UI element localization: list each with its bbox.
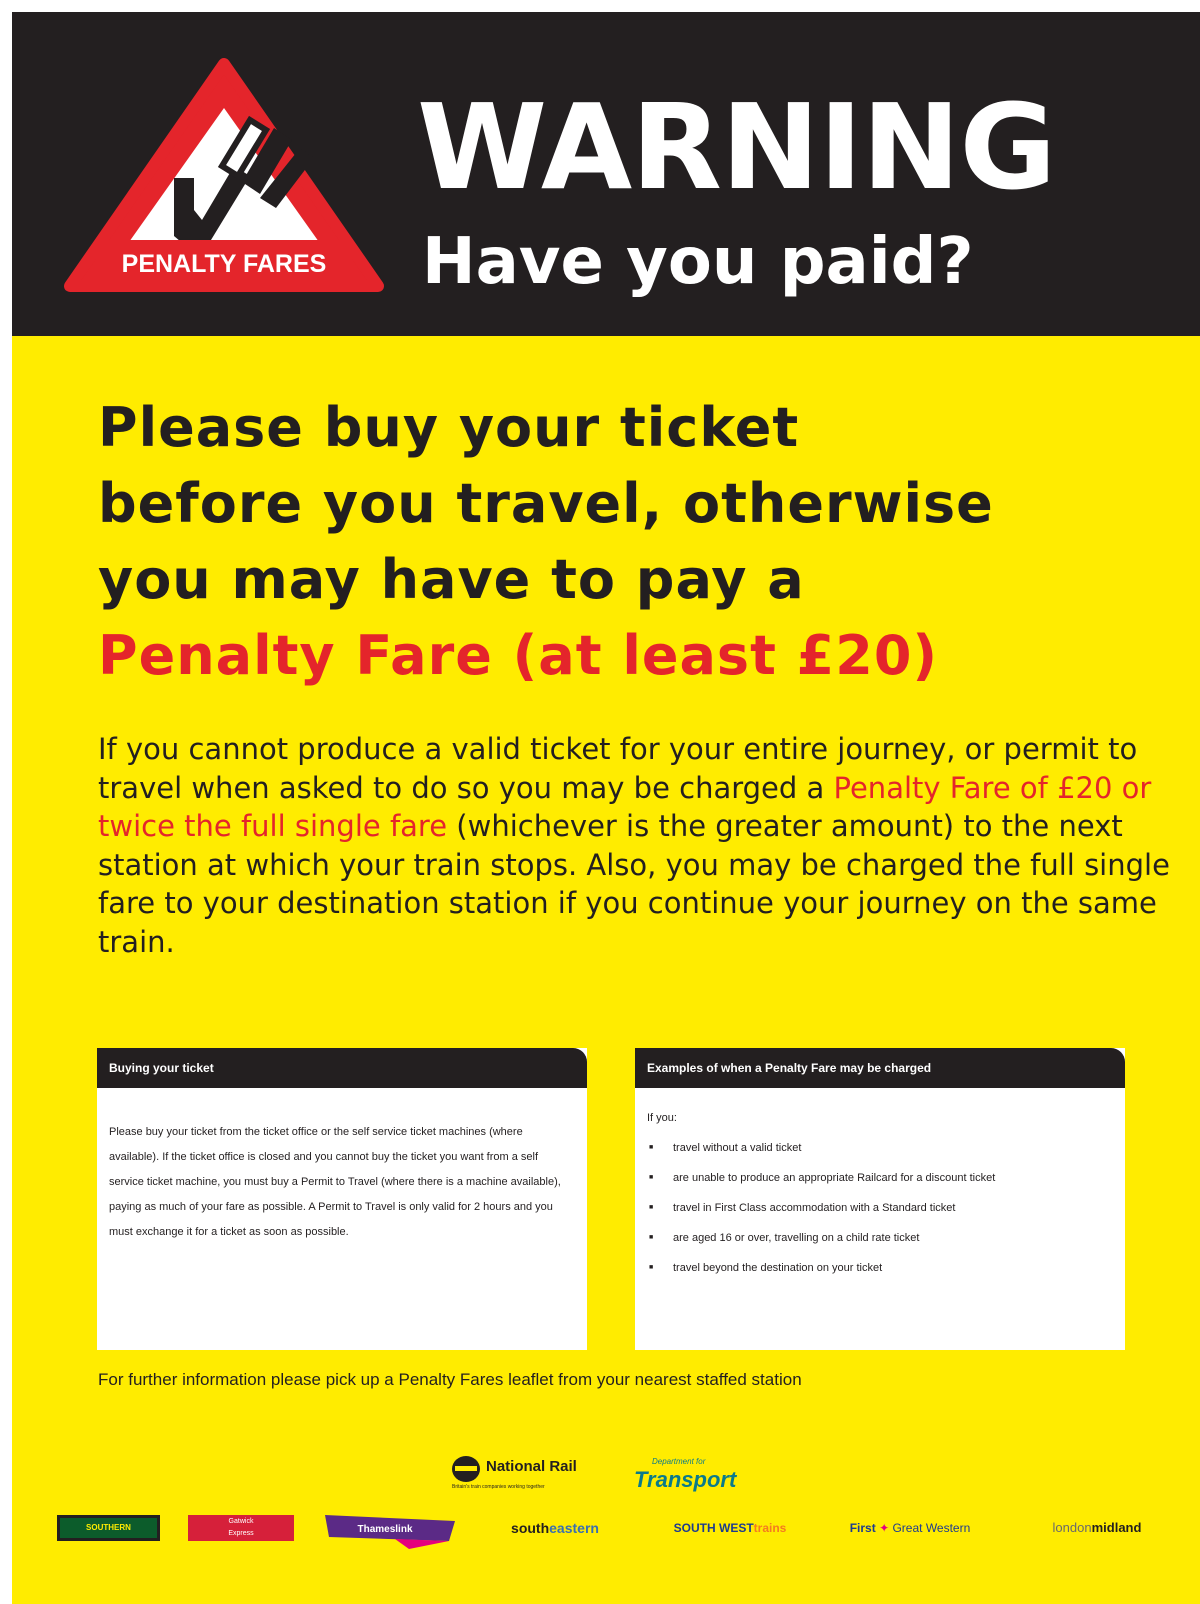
warning-subtitle: Have you paid? <box>422 225 974 299</box>
national-rail-name: National Rail <box>486 1458 577 1475</box>
london-midland-logo: londonmidland <box>1012 1515 1182 1541</box>
list-item: are unable to produce an appropriate Rai… <box>647 1163 1109 1193</box>
examples-intro: If you: <box>647 1112 677 1124</box>
logo-label: PENALTY FARES <box>122 250 327 278</box>
southeastern-logo: southeastern <box>485 1515 625 1541</box>
poster-header: PENALTY FARES WARNING Have you paid? <box>12 12 1200 336</box>
southeastern-text-b: eastern <box>549 1520 599 1536</box>
buying-ticket-text: Please buy your ticket from the ticket o… <box>109 1126 561 1238</box>
penalty-examples-heading: Examples of when a Penalty Fare may be c… <box>635 1048 1125 1088</box>
penalty-examples-box: Examples of when a Penalty Fare may be c… <box>635 1048 1125 1350</box>
national-rail-icon <box>452 1456 480 1482</box>
warning-title: WARNING <box>417 78 1056 216</box>
list-item: are aged 16 or over, travelling on a chi… <box>647 1223 1109 1253</box>
headline-line: before you travel, otherwise <box>98 472 994 535</box>
fgw-text-a: First <box>849 1521 876 1535</box>
headline-line: Please buy your ticket <box>98 396 800 459</box>
swt-text-a: SOUTH WEST <box>673 1521 754 1535</box>
buying-ticket-heading: Buying your ticket <box>97 1048 587 1088</box>
footer-note: For further information please pick up a… <box>98 1370 802 1389</box>
headline-line: you may have to pay a <box>98 548 805 611</box>
national-rail-tagline: Britain's train companies working togeth… <box>452 1484 545 1490</box>
south-west-trains-logo: SOUTH WESTtrains <box>660 1515 800 1541</box>
southern-logo: SOUTHERN <box>57 1515 160 1541</box>
lm-text-a: london <box>1052 1520 1092 1535</box>
gatwick-line-1: Gatwick <box>228 1518 254 1525</box>
thameslink-name: Thameslink <box>357 1524 412 1535</box>
headline-penalty-amount: Penalty Fare (at least £20) <box>98 624 939 687</box>
list-item: travel beyond the destination on your ti… <box>647 1253 1109 1283</box>
gatwick-express-logo: Gatwick Express <box>188 1515 294 1541</box>
body-paragraph: If you cannot produce a valid ticket for… <box>98 730 1178 961</box>
list-item: travel in First Class accommodation with… <box>647 1193 1109 1223</box>
gatwick-line-2: Express <box>228 1530 254 1537</box>
swt-text-b: trains <box>753 1521 787 1535</box>
buying-ticket-box: Buying your ticket Please buy your ticke… <box>97 1048 587 1350</box>
headline: Please buy your ticket before you travel… <box>98 390 1178 694</box>
southeastern-text-a: south <box>511 1520 550 1536</box>
penalty-fares-triangle-logo: PENALTY FARES <box>64 58 384 292</box>
penalty-fares-poster: PENALTY FARES WARNING Have you paid? Ple… <box>12 12 1200 1604</box>
first-great-western-logo: First ✦ Great Western <box>835 1515 985 1541</box>
fgw-text-b: Great Western <box>892 1521 971 1535</box>
dft-small-text: Department for <box>652 1457 706 1466</box>
thameslink-logo: Thameslink <box>325 1515 455 1549</box>
fgw-swirl-icon: ✦ <box>875 1521 893 1535</box>
dft-big-text: Transport <box>634 1467 737 1492</box>
penalty-examples-list: If you: travel without a valid ticket ar… <box>647 1103 1109 1283</box>
list-item: travel without a valid ticket <box>647 1133 1109 1163</box>
lm-text-b: midland <box>1091 1520 1142 1535</box>
